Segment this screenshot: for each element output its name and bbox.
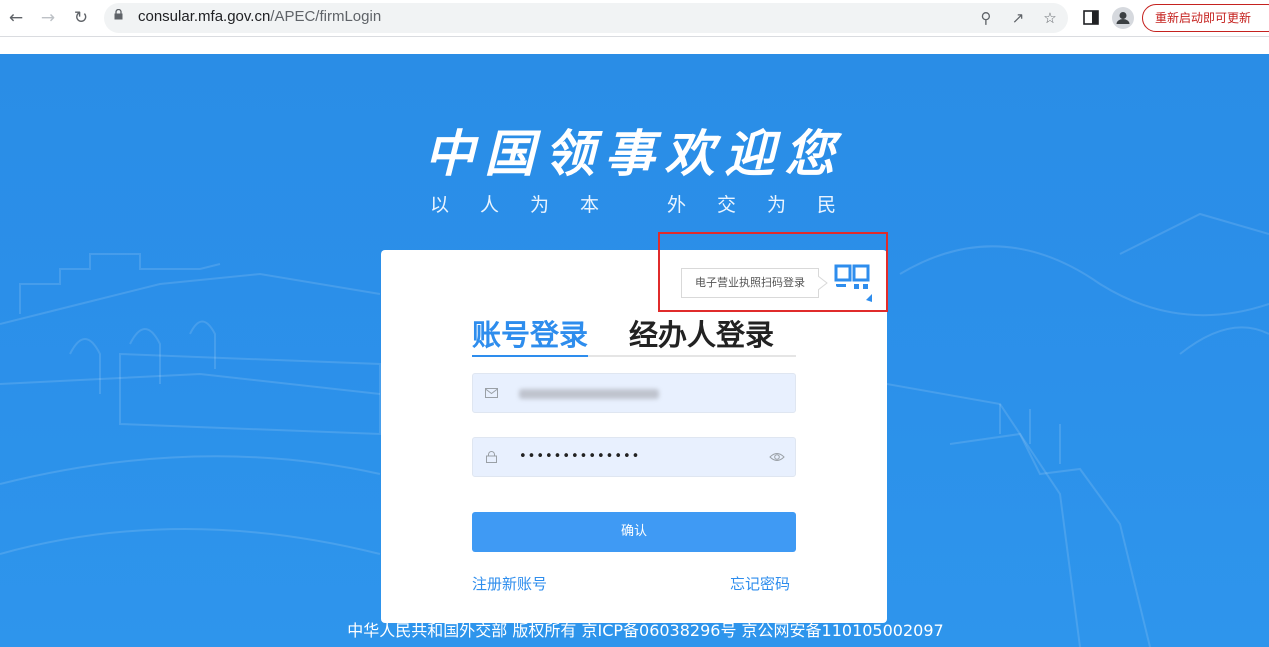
slogan-char: 为 [767, 194, 787, 216]
slogan-char: 外 [667, 194, 687, 216]
slogan-char: 民 [817, 194, 837, 216]
footer-copyright: 中华人民共和国外交部 版权所有 京ICP备06038296号 京公网安备1101… [347, 621, 944, 640]
forward-icon[interactable]: → [36, 6, 60, 30]
profile-avatar[interactable] [1112, 7, 1134, 29]
active-tab-indicator [472, 355, 588, 357]
password-value: •••••••••••••• [519, 449, 641, 464]
key-icon[interactable]: ⚲ [976, 8, 996, 28]
highlight-box [658, 232, 888, 312]
slogan-char: 以 [430, 194, 450, 216]
lock-icon[interactable] [114, 9, 123, 20]
slogan-char: 本 [580, 194, 600, 216]
tab-agent-login[interactable]: 经办人登录 [629, 315, 774, 355]
forgot-password-link[interactable]: 忘记密码 [730, 574, 790, 594]
update-restart-button[interactable]: 重新启动即可更新 [1142, 4, 1269, 32]
slogan-char: 人 [480, 194, 500, 216]
side-panel-icon[interactable] [1083, 10, 1099, 25]
page-title: 中国领事欢迎您 [424, 124, 845, 183]
browser-toolbar: ← → ↻ consular.mfa.gov.cn/APEC/firmLogin… [0, 0, 1269, 36]
url-text[interactable]: consular.mfa.gov.cn/APEC/firmLogin [138, 7, 381, 27]
slogan-char: 为 [530, 194, 550, 216]
tab-account-login[interactable]: 账号登录 [472, 315, 588, 355]
blurred-account-value [519, 389, 659, 399]
slogan-char: 交 [717, 194, 737, 216]
password-input[interactable]: •••••••••••••• [472, 437, 796, 477]
back-icon[interactable]: ← [4, 6, 28, 30]
share-icon[interactable]: ↗ [1008, 8, 1028, 28]
envelope-icon [485, 388, 498, 398]
eye-icon[interactable] [769, 450, 785, 464]
star-icon[interactable]: ☆ [1040, 8, 1060, 28]
register-link[interactable]: 注册新账号 [472, 574, 547, 594]
account-input[interactable] [472, 373, 796, 413]
reload-icon[interactable]: ↻ [69, 6, 93, 30]
bookmark-bar-area [0, 36, 1269, 53]
lock-icon [486, 451, 497, 463]
confirm-button[interactable]: 确认 [472, 512, 796, 552]
